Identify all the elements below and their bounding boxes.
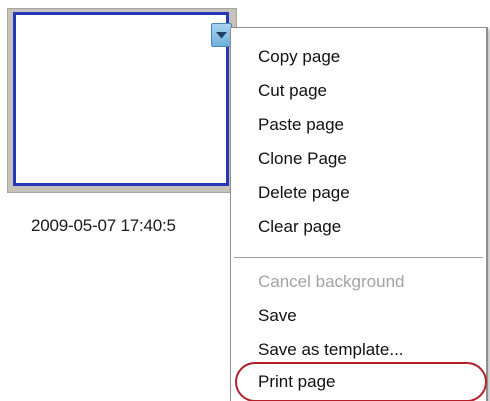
- page-thumbnail[interactable]: [7, 8, 237, 193]
- menu-item-cut-page[interactable]: Cut page: [258, 76, 327, 106]
- menu-separator: [234, 257, 483, 259]
- page-thumbnail-preview[interactable]: [13, 12, 229, 186]
- page-menu-button[interactable]: [211, 23, 232, 47]
- menu-item-print-page[interactable]: Print page: [258, 367, 336, 397]
- page-timestamp: 2009-05-07 17:40:5: [31, 216, 176, 235]
- menu-item-copy-page[interactable]: Copy page: [258, 42, 340, 72]
- menu-item-save[interactable]: Save: [258, 301, 297, 331]
- menu-item-save-as-template[interactable]: Save as template...: [258, 335, 404, 365]
- menu-item-delete-page[interactable]: Delete page: [258, 178, 350, 208]
- menu-item-clear-page[interactable]: Clear page: [258, 212, 341, 242]
- chevron-down-icon: [216, 31, 227, 39]
- page-context-menu: Copy page Cut page Paste page Clone Page…: [230, 27, 488, 401]
- menu-item-cancel-background: Cancel background: [258, 272, 405, 291]
- menu-item-clone-page[interactable]: Clone Page: [258, 144, 347, 174]
- page-sorter-view: 2009-05-07 17:40:5 Copy page Cut page Pa…: [0, 0, 490, 401]
- menu-item-paste-page[interactable]: Paste page: [258, 110, 344, 140]
